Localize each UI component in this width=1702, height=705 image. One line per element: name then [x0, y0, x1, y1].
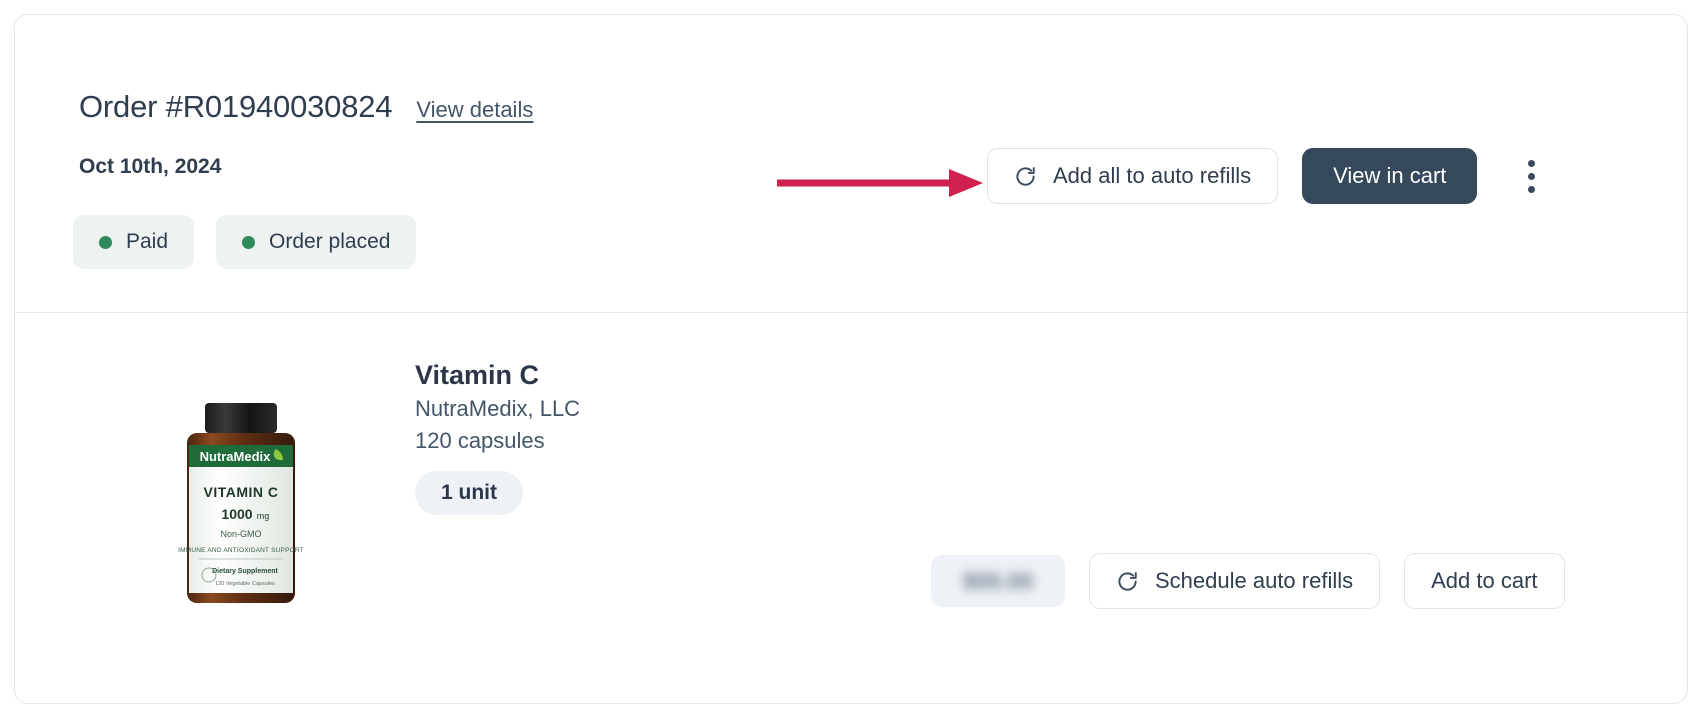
- annotation-arrow-icon: [777, 169, 983, 197]
- product-price-chip: $00.00: [931, 555, 1065, 607]
- svg-text:Non-GMO: Non-GMO: [220, 529, 261, 539]
- add-all-to-auto-refills-button[interactable]: Add all to auto refills: [987, 148, 1279, 204]
- order-product-row: NutraMedix VITAMIN C 1000 mg Non-GMO IMM…: [15, 313, 1687, 705]
- svg-text:VITAMIN C: VITAMIN C: [203, 484, 278, 500]
- svg-text:Dietary Supplement: Dietary Supplement: [212, 568, 278, 575]
- order-header: Order #R01940030824 View details Oct 10t…: [15, 15, 1687, 312]
- product-quantity-chip: 1 unit: [415, 470, 523, 515]
- view-in-cart-button[interactable]: View in cart: [1302, 148, 1478, 204]
- svg-text:1000: 1000: [221, 506, 252, 522]
- view-in-cart-label: View in cart: [1333, 163, 1447, 188]
- status-badge-paid: Paid: [73, 215, 195, 269]
- order-header-actions: Add all to auto refills View in cart: [987, 148, 1553, 204]
- schedule-auto-refills-button[interactable]: Schedule auto refills: [1089, 553, 1381, 609]
- order-status-badges: Paid Order placed: [73, 215, 417, 269]
- status-dot-icon: [242, 235, 256, 249]
- schedule-auto-refills-label: Schedule auto refills: [1155, 568, 1354, 593]
- kebab-dot-icon: [1527, 159, 1535, 167]
- svg-text:120 Vegetable Capsules: 120 Vegetable Capsules: [215, 581, 275, 587]
- product-brand: NutraMedix, LLC: [415, 395, 581, 421]
- status-badge-order-placed: Order placed: [216, 215, 417, 269]
- product-actions: $00.00 Schedule auto refills Add to cart: [931, 553, 1565, 609]
- product-price-hidden: $00.00: [962, 567, 1034, 594]
- svg-text:NutraMedix: NutraMedix: [200, 449, 272, 464]
- refresh-icon: [1016, 166, 1035, 186]
- svg-text:mg: mg: [257, 511, 270, 521]
- add-to-cart-label: Add to cart: [1431, 568, 1538, 593]
- order-date: Oct 10th, 2024: [79, 155, 222, 178]
- order-card: Order #R01940030824 View details Oct 10t…: [14, 14, 1688, 704]
- product-info: Vitamin C NutraMedix, LLC 120 capsules 1…: [415, 359, 580, 515]
- add-to-cart-button[interactable]: Add to cart: [1404, 553, 1565, 609]
- svg-text:IMMUNE AND ANTIOXIDANT SUPPORT: IMMUNE AND ANTIOXIDANT SUPPORT: [178, 547, 304, 554]
- product-size: 120 capsules: [415, 427, 545, 453]
- order-number: Order #R01940030824: [79, 89, 393, 124]
- product-image[interactable]: NutraMedix VITAMIN C 1000 mg Non-GMO IMM…: [175, 399, 307, 611]
- view-details-link[interactable]: View details: [416, 97, 533, 123]
- status-badge-label: Paid: [126, 230, 169, 253]
- more-options-button[interactable]: [1509, 148, 1553, 204]
- status-badge-label: Order placed: [269, 230, 391, 253]
- kebab-dot-icon: [1527, 185, 1535, 193]
- order-title-row: Order #R01940030824 View details: [79, 89, 533, 125]
- refresh-icon: [1118, 571, 1137, 591]
- status-dot-icon: [99, 235, 112, 249]
- product-name: Vitamin C: [415, 360, 540, 390]
- add-all-to-auto-refills-label: Add all to auto refills: [1053, 163, 1252, 188]
- kebab-dot-icon: [1527, 172, 1535, 180]
